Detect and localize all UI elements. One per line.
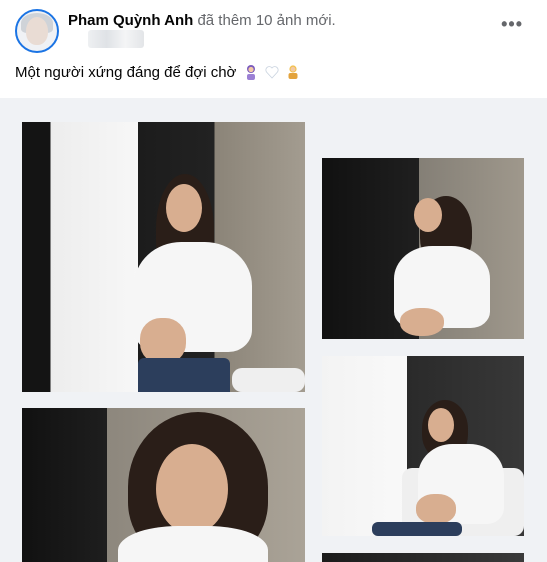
photo-woman-portrait[interactable] [22, 408, 305, 562]
photo-woman-looking-up[interactable] [322, 158, 524, 339]
post-caption: Một người xứng đáng để đợi chờ [15, 64, 300, 81]
white-shirt [118, 526, 268, 562]
face [156, 444, 228, 534]
jeans [138, 358, 230, 392]
jeans [372, 522, 462, 536]
post-timestamp-redacted [88, 30, 144, 48]
face [166, 184, 202, 232]
heart-emoji-icon [265, 66, 279, 79]
sofa [232, 368, 305, 392]
post-header: Pham Quỳnh Anh đã thêm 10 ảnh mới. ••• M… [0, 0, 547, 98]
author-line: Pham Quỳnh Anh đã thêm 10 ảnh mới. [68, 12, 336, 29]
more-options-icon[interactable]: ••• [501, 14, 523, 35]
caption-text: Một người xứng đáng để đợi chờ [15, 64, 237, 81]
belly [400, 308, 444, 336]
belly [416, 494, 456, 524]
avatar-face [26, 17, 48, 45]
avatar[interactable] [15, 9, 59, 53]
photo-partial[interactable] [322, 553, 524, 562]
author-name[interactable]: Pham Quỳnh Anh [68, 12, 193, 29]
photo-gallery [0, 98, 547, 562]
face [428, 408, 454, 442]
baby-emoji-icon [288, 65, 298, 79]
face [414, 198, 442, 232]
woman-emoji-icon [246, 65, 255, 80]
photo-woman-by-window[interactable] [22, 122, 305, 392]
photo-woman-on-sofa[interactable] [322, 356, 524, 536]
post-action-text: đã thêm 10 ảnh mới. [197, 12, 336, 29]
